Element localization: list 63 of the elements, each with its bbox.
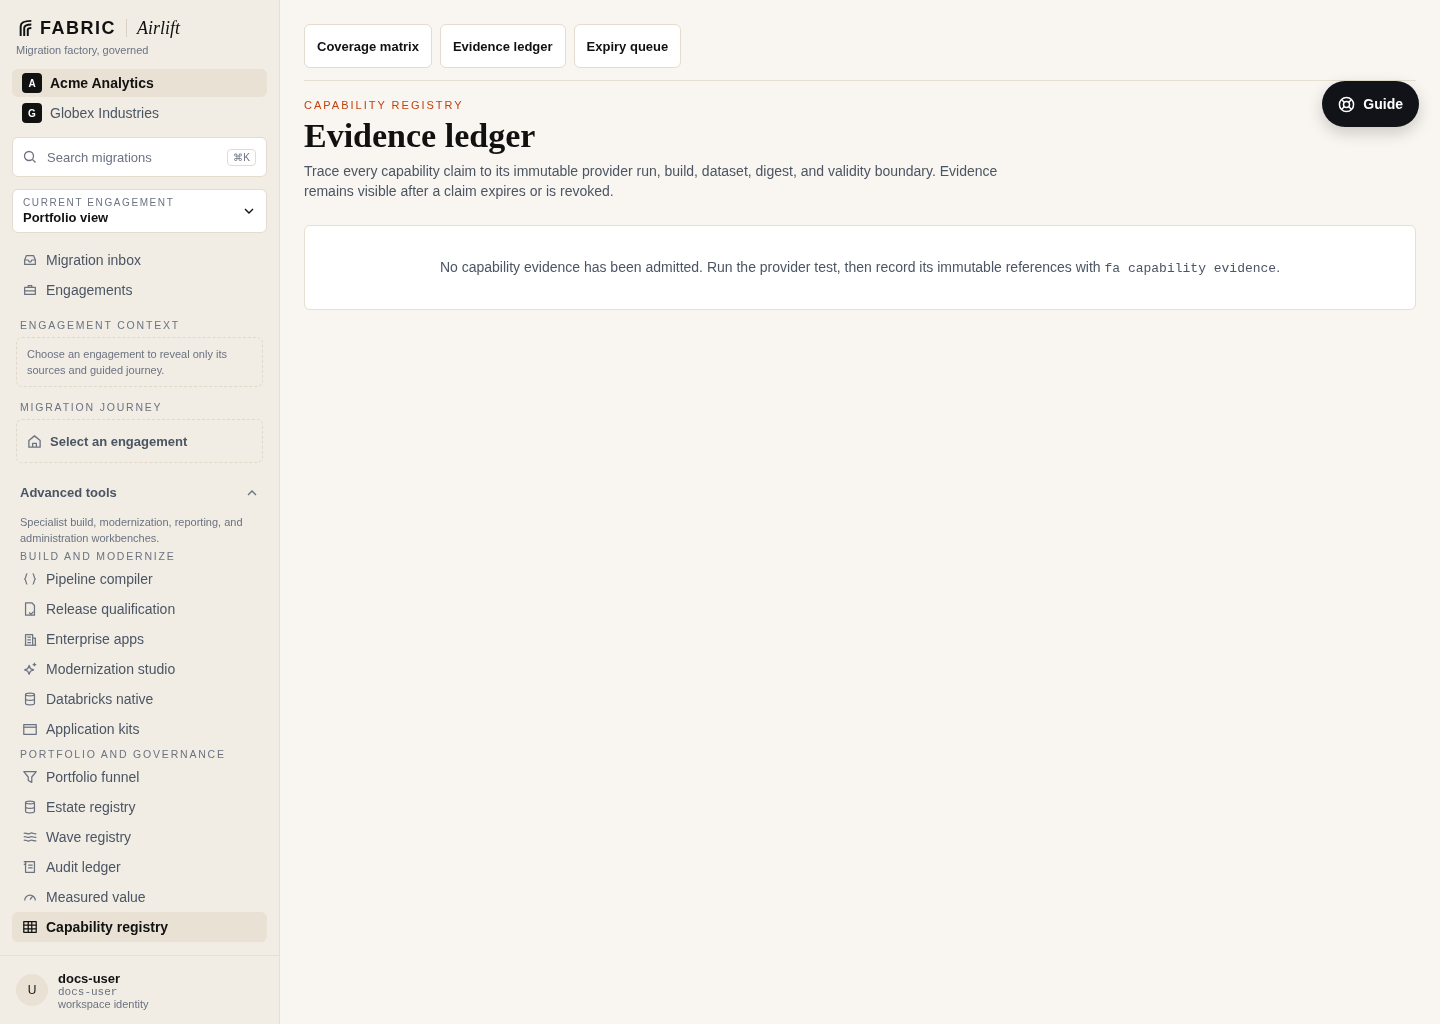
section-heading: MIGRATION JOURNEY bbox=[19, 401, 164, 413]
nav-item[interactable]: Migration inbox bbox=[12, 245, 267, 275]
nav-icon bbox=[22, 601, 38, 617]
user-name: docs-user bbox=[58, 970, 122, 986]
nav-item[interactable]: Portfolio funnel bbox=[12, 762, 267, 792]
nav-icon bbox=[22, 661, 38, 677]
product-name: Airlift bbox=[137, 17, 180, 39]
brand-logo: FABRIC bbox=[40, 17, 116, 39]
nav-icon bbox=[22, 799, 38, 815]
user-handle: docs-user bbox=[58, 985, 119, 998]
empty-state-message: No capability evidence has been admitted. Run the provider test, then record its immutable references with fa capability evidence. bbox=[439, 259, 1281, 276]
chevron-down-icon bbox=[244, 208, 254, 214]
nav-icon bbox=[22, 919, 38, 935]
nav-icon bbox=[22, 691, 38, 707]
nav-item[interactable]: Application kits bbox=[12, 714, 267, 744]
user-card[interactable]: U docs-user docs-user workspace identity bbox=[0, 955, 279, 1024]
nav-item[interactable]: Release qualification bbox=[12, 594, 267, 624]
page-eyebrow: CAPABILITY REGISTRY bbox=[304, 99, 464, 111]
chevron-icon bbox=[247, 489, 257, 496]
lifebuoy-icon bbox=[1338, 95, 1356, 113]
search-icon bbox=[23, 150, 37, 164]
engagement-select[interactable]: CURRENT ENGAGEMENT Portfolio view bbox=[12, 189, 267, 233]
user-role: workspace identity bbox=[58, 997, 149, 1010]
nav-item[interactable]: Modernization studio bbox=[12, 654, 267, 684]
journey-item[interactable]: Select an engagement bbox=[16, 419, 263, 463]
nav-item[interactable]: Pipeline compiler bbox=[12, 564, 267, 594]
page-title: Evidence ledger bbox=[304, 117, 536, 155]
nav-item[interactable]: Audit ledger bbox=[12, 852, 267, 882]
nav-item[interactable]: Enterprise apps bbox=[12, 624, 267, 654]
context-note: Choose an engagement to reveal only its sources and guided journey. bbox=[16, 337, 263, 387]
section-heading: ENGAGEMENT CONTEXT bbox=[19, 319, 181, 331]
home-icon bbox=[27, 433, 42, 449]
nav-item[interactable]: Wave registry bbox=[12, 822, 267, 852]
section-heading: BUILD AND MODERNIZE bbox=[19, 550, 177, 562]
nav-item[interactable]: Capability registry bbox=[12, 912, 267, 942]
nav-icon bbox=[22, 721, 38, 737]
advanced-tools-description: Specialist build, modernization, reporting, and administration workbenches. bbox=[19, 515, 244, 546]
nav-item[interactable]: Measured value bbox=[12, 882, 267, 912]
guide-button[interactable]: Guide bbox=[1322, 81, 1419, 127]
nav-icon bbox=[22, 829, 38, 845]
search-input[interactable]: Search migrations bbox=[45, 148, 220, 166]
logo-icon bbox=[18, 19, 34, 37]
nav-icon bbox=[22, 859, 38, 875]
page-description: Trace every capability claim to its immutable provider run, build, dataset, digest, and validity boundary. Evidence remains visible after a claim expires or is revoked. bbox=[304, 162, 999, 201]
nav-icon bbox=[22, 282, 38, 298]
workspace-item[interactable]: A Acme Analytics bbox=[12, 69, 267, 97]
nav-item[interactable]: Engagements bbox=[12, 275, 267, 305]
avatar: U bbox=[16, 974, 48, 1006]
search-field[interactable]: Search migrations ⌘K bbox=[12, 137, 267, 177]
nav-icon bbox=[22, 252, 38, 268]
tagline: Migration factory, governed bbox=[15, 44, 150, 56]
nav-item[interactable]: Databricks native bbox=[12, 684, 267, 714]
tab[interactable]: Coverage matrix bbox=[304, 24, 432, 68]
nav-item[interactable]: Estate registry bbox=[12, 792, 267, 822]
section-heading: PORTFOLIO AND GOVERNANCE bbox=[19, 748, 227, 760]
shortcut-hint: ⌘K bbox=[227, 148, 256, 166]
tab[interactable]: Evidence ledger bbox=[439, 24, 566, 68]
nav-icon bbox=[22, 769, 38, 785]
nav-icon bbox=[22, 571, 38, 587]
workspace-item[interactable]: G Globex Industries bbox=[12, 99, 267, 127]
advanced-tools-toggle[interactable]: Advanced tools bbox=[12, 485, 267, 500]
tab[interactable]: Expiry queue bbox=[573, 24, 682, 68]
nav-icon bbox=[22, 631, 38, 647]
